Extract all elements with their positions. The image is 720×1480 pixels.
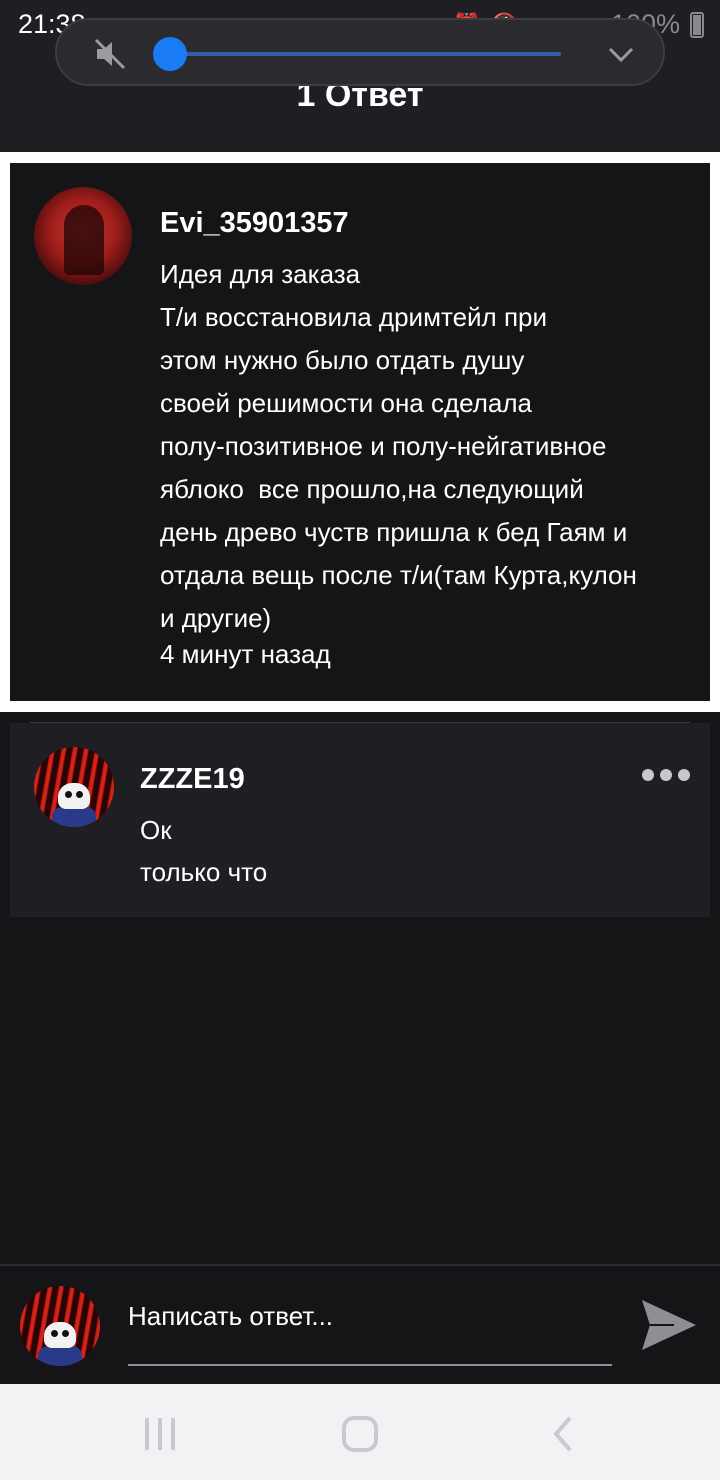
comment-text: Идея для заказа Т/и восстановила дримтей…	[160, 253, 700, 640]
more-horizontal-icon	[678, 769, 690, 781]
more-horizontal-icon	[660, 769, 672, 781]
comment-timestamp: 4 минут назад	[160, 639, 331, 669]
back-icon[interactable]	[544, 1414, 584, 1454]
main-comment-frame: Evi_35901357 Идея для заказа Т/и восстан…	[0, 152, 720, 712]
more-options-button[interactable]	[642, 769, 690, 781]
avatar-jacket	[38, 1346, 82, 1366]
comment-line: Идея для заказа	[160, 259, 361, 289]
comment-author[interactable]: Evi_35901357	[160, 207, 349, 240]
reply-text: Ок	[140, 815, 172, 845]
comment-line: полу-позитивное и полу-нейгативное	[160, 431, 607, 461]
volume-panel	[55, 18, 665, 86]
battery-icon	[690, 11, 704, 38]
home-icon[interactable]	[340, 1414, 380, 1454]
input-underline	[128, 1364, 612, 1366]
volume-slider-thumb[interactable]	[153, 37, 187, 71]
avatar-skull	[44, 1322, 76, 1348]
reply-author[interactable]: ZZZE19	[140, 763, 245, 796]
comment-line: день древо чуств пришла к бед Гаям и	[160, 517, 628, 547]
comment-line: Т/и восстановила дримтейл при	[160, 302, 548, 332]
avatar	[20, 1286, 100, 1366]
comment-line: этом нужно было отдать душу	[160, 345, 525, 375]
send-icon[interactable]	[640, 1298, 698, 1352]
avatar[interactable]	[34, 747, 114, 827]
system-nav-bar	[0, 1384, 720, 1480]
reply-input[interactable]	[128, 1296, 612, 1336]
avatar-jacket	[52, 807, 96, 827]
comment-line: отдала вещь после т/и(там Курта,кулон	[160, 560, 637, 590]
more-horizontal-icon	[642, 769, 654, 781]
compose-bar	[0, 1264, 720, 1384]
avatar-skull	[58, 783, 90, 809]
recents-icon[interactable]	[140, 1414, 180, 1454]
chevron-down-icon[interactable]	[607, 40, 635, 68]
reply-timestamp: только что	[140, 857, 268, 887]
avatar-silhouette	[64, 205, 104, 275]
comment-line: своей решимости она сделала	[160, 388, 533, 418]
volume-mute-icon[interactable]	[93, 37, 127, 71]
comment-line: яблоко все прошло,на следующий	[160, 474, 584, 504]
volume-slider-track[interactable]	[169, 52, 561, 56]
reply-thread-screen: 21:38 ⏰ 🔇 ◔ ▂▄▆ 100% 1 Ответ Evi_	[0, 0, 720, 1480]
comment-line: и другие)	[160, 603, 272, 633]
main-comment: Evi_35901357 Идея для заказа Т/и восстан…	[10, 163, 710, 701]
reply-item: ZZZE19 Ок только что	[10, 723, 710, 917]
avatar[interactable]	[34, 187, 132, 285]
